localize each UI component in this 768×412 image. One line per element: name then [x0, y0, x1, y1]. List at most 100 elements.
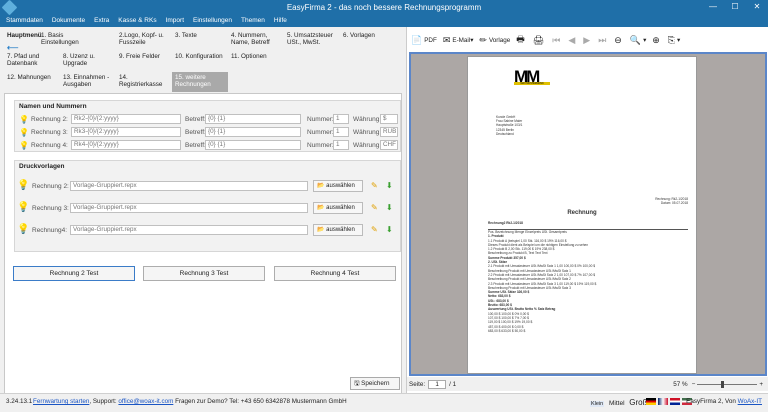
pdf-button[interactable]: 📄 PDF [411, 35, 437, 46]
waehrung-input[interactable]: RUB [380, 127, 398, 137]
menu-dokumente[interactable]: Dokumente [52, 15, 85, 27]
waehrung-input[interactable]: CHF [380, 140, 398, 150]
tab-pfad[interactable]: 7. Pfad und Datenbank [4, 51, 60, 71]
email-link[interactable]: office@woax-it.com [118, 398, 173, 405]
lightbulb-icon: 💡 [17, 180, 30, 191]
lightbulb-icon: 💡 [17, 202, 30, 213]
choose-template-button[interactable]: 📂 auswählen [313, 202, 363, 214]
edit-icon[interactable]: ✎ [371, 181, 378, 190]
menu-stammdaten[interactable]: Stammdaten [6, 15, 43, 27]
export-button[interactable]: ⎘ ▾ [668, 35, 680, 46]
preview-statusbar: Seite: 1 / 1 57 % − + [407, 377, 768, 391]
tab-logo[interactable]: 2.Logo, Kopf- u. Fusszeile [116, 30, 172, 50]
flag-de-icon[interactable] [646, 398, 656, 405]
tab-hauptmenu[interactable]: Hauptmenü ⟵ [4, 30, 42, 52]
invoice-meta: Rechnung: Rk2-1/2018 Datum: 05.07.2018 [655, 197, 688, 205]
choose-template-button[interactable]: 📂 auswählen [313, 180, 363, 192]
save-button[interactable]: 🖫 Speichern [350, 377, 400, 390]
test-rechnung-2-button[interactable]: Rechnung 2 Test [13, 266, 135, 281]
next-page-button[interactable]: ▶ [583, 35, 592, 46]
zoom-slider[interactable] [697, 380, 758, 388]
format-input[interactable]: Rk2-{0}/{2:yyyy} [71, 114, 181, 124]
row-label: Rechnung 3: [31, 129, 68, 136]
zoom-out-button[interactable]: ⊖ [614, 35, 624, 46]
invoice-title: Rechnung [567, 210, 597, 216]
address-line: Deutschland [496, 131, 514, 136]
font-size-switch: Klein Mittel Groß [590, 398, 651, 407]
minimize-icon[interactable]: — [702, 0, 724, 15]
edit-icon[interactable]: ✎ [371, 225, 378, 234]
nummer-input[interactable]: 1 [333, 114, 349, 124]
menu-extra[interactable]: Extra [94, 15, 109, 27]
menu-hilfe[interactable]: Hilfe [274, 15, 287, 27]
logo-band: MAX MUSTERMANN [514, 82, 550, 85]
tab-texte[interactable]: 3. Texte [172, 30, 228, 50]
test-rechnung-4-button[interactable]: Rechnung 4 Test [274, 266, 396, 281]
last-page-button[interactable]: ⏭ [598, 35, 608, 46]
download-icon[interactable]: ⬇ [386, 181, 393, 190]
brand-link[interactable]: WoAx-IT [738, 398, 762, 405]
tab-weitere-rechnungen[interactable]: 15. weitere Rechnungen [172, 72, 228, 92]
size-small-button[interactable]: Klein [590, 401, 605, 407]
tab-vorlagen[interactable]: 6. Vorlagen [340, 30, 396, 50]
flag-uk-icon[interactable] [658, 398, 668, 405]
zoom-in-button[interactable]: ⊕ [652, 35, 662, 46]
tab-nummern[interactable]: 4. Nummern, Name, Betreff [228, 30, 284, 50]
tab-umsatzsteuer[interactable]: 5. Umsatzsteuer USt., MwSt. [284, 30, 340, 50]
print-button[interactable]: 🖶 [516, 32, 527, 48]
settings-area: Hauptmenü ⟵ 1. Basis Einstellungen 2.Log… [0, 27, 406, 396]
menu-einstellungen[interactable]: Einstellungen [193, 15, 232, 27]
template-file-input[interactable]: Vorlage-Gruppiert.repx [70, 181, 308, 191]
tab-basis[interactable]: 1. Basis Einstellungen [38, 30, 94, 50]
edit-icon[interactable]: ✎ [371, 203, 378, 212]
brand-prefix: EasyFirma 2, Von [686, 398, 738, 405]
pdf-label: PDF [424, 36, 437, 44]
download-icon[interactable]: ⬇ [386, 203, 393, 212]
email-button[interactable]: ✉ E-Mail ▾ [443, 35, 474, 46]
prev-page-button[interactable]: ◀ [568, 35, 577, 46]
maximize-icon[interactable]: ☐ [724, 0, 746, 15]
choose-template-button[interactable]: 📂 auswählen [313, 224, 363, 236]
betreff-input[interactable]: {0} {1} [205, 127, 301, 137]
tab-registrierkasse[interactable]: 14. Registrierkasse [116, 72, 172, 92]
lightbulb-icon: 💡 [17, 224, 30, 235]
first-page-button[interactable]: ⏮ [552, 35, 562, 46]
template-file-input[interactable]: Vorlage-Gruppiert.repx [70, 203, 308, 213]
betreff-input[interactable]: {0} {1} [205, 140, 301, 150]
tab-konfiguration[interactable]: 10. Konfiguration [172, 51, 228, 71]
menu-kasse[interactable]: Kasse & RKs [118, 15, 156, 27]
tab-optionen[interactable]: 11. Optionen [228, 51, 284, 71]
download-icon[interactable]: ⬇ [386, 225, 393, 234]
menu-import[interactable]: Import [166, 15, 184, 27]
nummer-input[interactable]: 1 [333, 127, 349, 137]
template-file-input[interactable]: Vorlage-Gruppiert.repx [70, 225, 308, 235]
page-input[interactable]: 1 [428, 379, 447, 389]
tab-einnahmen[interactable]: 13. Einnahmen - Ausgaben [60, 72, 116, 92]
zoom-slider-thumb[interactable] [721, 380, 725, 388]
zoom-minus-icon[interactable]: − [692, 381, 696, 388]
tab-lizenz[interactable]: 8. Uzenz u. Upgrade [60, 51, 116, 71]
waehrung-input[interactable]: $ [380, 114, 398, 124]
size-medium-button[interactable]: Mittel [609, 400, 625, 407]
menu-themen[interactable]: Themen [241, 15, 265, 27]
document-preview[interactable]: MM MAX MUSTERMANN Kunde GmbH Frau Sabine… [409, 52, 767, 376]
number-row: 💡 Rechnung 3: Rk3-{0}/{2:yyyy} Betreff: … [15, 127, 402, 138]
close-icon[interactable]: ✕ [746, 0, 768, 15]
vorlage-button[interactable]: ✏ Vorlage [479, 35, 510, 46]
betreff-input[interactable]: {0} {1} [205, 114, 301, 124]
tab-freie-felder[interactable]: 9. Freie Felder [116, 51, 172, 71]
remote-support-link[interactable]: Fernwartung starten [33, 398, 89, 405]
format-input[interactable]: Rk3-{0}/{2:yyyy} [71, 127, 181, 137]
invoice-page: MM MAX MUSTERMANN Kunde GmbH Frau Sabine… [467, 56, 697, 374]
test-rechnung-3-button[interactable]: Rechnung 3 Test [143, 266, 265, 281]
zoom-level: 57 % [673, 380, 688, 388]
quick-print-button[interactable]: 🖨 [533, 35, 546, 46]
zoom-menu-button[interactable]: 🔍 ▾ [630, 35, 646, 46]
size-large-button[interactable]: Groß [629, 398, 647, 407]
window-controls: — ☐ ✕ [702, 0, 768, 15]
nummer-input[interactable]: 1 [333, 140, 349, 150]
tab-mahnungen[interactable]: 12. Mahnungen [4, 72, 60, 92]
format-input[interactable]: Rk4-{0}/{2:yyyy} [71, 140, 181, 150]
flag-hr-icon[interactable] [670, 398, 680, 405]
zoom-plus-icon[interactable]: + [759, 381, 763, 388]
